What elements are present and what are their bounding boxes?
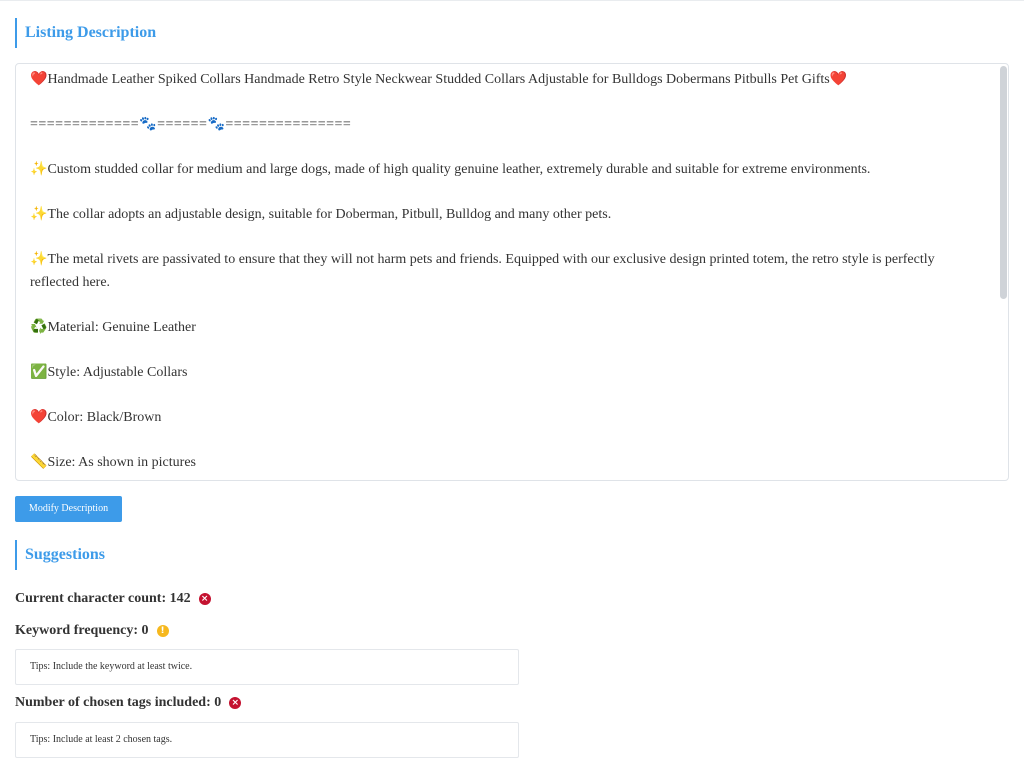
paw-separator: =============🐾======🐾=============== (30, 117, 352, 132)
heart-icon: ❤️ (30, 410, 48, 425)
description-separator: =============🐾======🐾=============== (30, 113, 984, 136)
description-line-text: Custom studded collar for medium and lar… (47, 162, 871, 177)
heart-icon: ❤️ (30, 72, 48, 87)
sparkles-icon: ✨ (30, 207, 48, 222)
description-title-text: Handmade Leather Spiked Collars Handmade… (47, 72, 830, 87)
tags-tip-box: Tips: Include at least 2 chosen tags. (15, 722, 519, 758)
suggestions-title: Suggestions (15, 540, 105, 570)
warning-icon: ! (156, 625, 169, 637)
error-icon: × (198, 593, 211, 605)
description-line-style: ✅Style: Adjustable Collars (30, 361, 984, 384)
chosen-tags-label: Number of chosen tags included: 0 (15, 695, 222, 710)
character-count-row: Current character count: 142 × (15, 590, 211, 608)
size-text: Size: As shown in pictures (47, 455, 196, 470)
heart-icon: ❤️ (829, 72, 848, 87)
character-count-label: Current character count: 142 (15, 591, 191, 606)
description-line-material: ♻️Material: Genuine Leather (30, 316, 984, 339)
top-divider (0, 0, 1024, 1)
description-line: ✨The collar adopts an adjustable design,… (30, 203, 984, 226)
listing-description-title: Listing Description (15, 18, 156, 48)
description-line-text: The metal rivets are passivated to ensur… (30, 252, 935, 290)
keyword-frequency-label: Keyword frequency: 0 (15, 623, 149, 638)
description-scrollbar[interactable] (998, 64, 1008, 480)
error-icon: × (229, 697, 242, 709)
check-mark-icon: ✅ (30, 365, 48, 380)
keyword-frequency-row: Keyword frequency: 0 ! (15, 622, 169, 640)
ruler-icon: 📏 (30, 455, 48, 470)
description-line-size: 📏Size: As shown in pictures (30, 451, 984, 474)
description-line-color: ❤️Color: Black/Brown (30, 406, 984, 429)
description-textarea[interactable]: ❤️Handmade Leather Spiked Collars Handma… (15, 63, 1009, 481)
description-line-text: The collar adopts an adjustable design, … (47, 207, 612, 222)
recycle-icon: ♻️ (30, 320, 48, 335)
description-content[interactable]: ❤️Handmade Leather Spiked Collars Handma… (16, 64, 998, 480)
color-text: Color: Black/Brown (47, 410, 162, 425)
style-text: Style: Adjustable Collars (47, 365, 188, 380)
sparkles-icon: ✨ (30, 162, 48, 177)
scrollbar-thumb[interactable] (1000, 66, 1007, 299)
sparkles-icon: ✨ (30, 252, 48, 267)
keyword-tip-box: Tips: Include the keyword at least twice… (15, 649, 519, 685)
material-text: Material: Genuine Leather (47, 320, 196, 335)
description-line: ✨The metal rivets are passivated to ensu… (30, 248, 984, 294)
chosen-tags-row: Number of chosen tags included: 0 × (15, 694, 242, 712)
description-line: ✨Custom studded collar for medium and la… (30, 158, 984, 181)
description-line-title: ❤️Handmade Leather Spiked Collars Handma… (30, 68, 984, 91)
modify-description-button[interactable]: Modify Description (15, 496, 122, 522)
